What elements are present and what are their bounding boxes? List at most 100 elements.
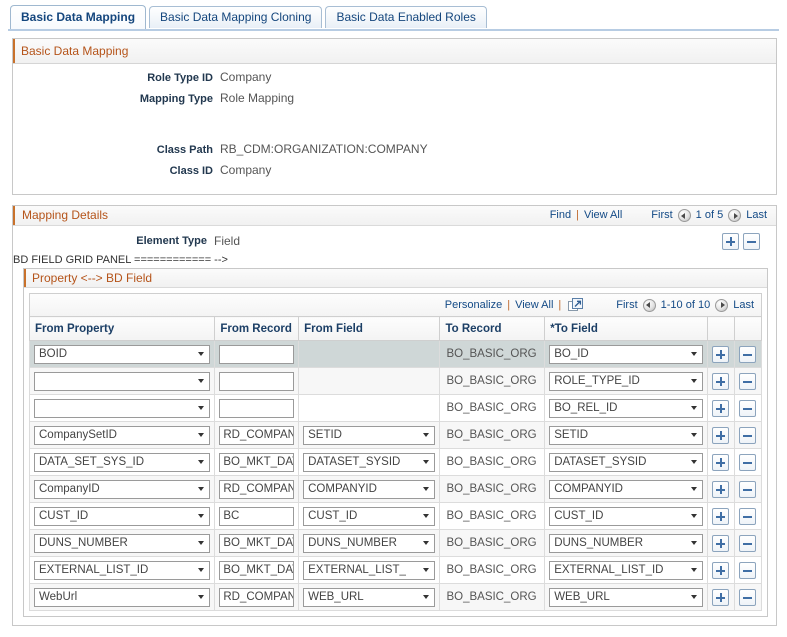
- from-record-input[interactable]: BC: [219, 506, 295, 526]
- from-property-select[interactable]: [34, 398, 211, 418]
- from-field-select[interactable]: CUST_ID: [303, 506, 436, 526]
- delete-row-button[interactable]: [739, 345, 757, 363]
- view-all-link[interactable]: View All: [584, 206, 622, 225]
- tab-basic-data-mapping-cloning[interactable]: Basic Data Mapping Cloning: [149, 6, 323, 28]
- from-record-input[interactable]: BO_MKT_DATA: [219, 452, 295, 472]
- table-row: CompanyID RD_COMPANY COMPANYID BO_BASIC_ORG…: [28, 475, 763, 503]
- delete-row-button[interactable]: [743, 232, 760, 250]
- from-record-input[interactable]: [219, 398, 295, 418]
- grid-first-link[interactable]: First: [616, 299, 637, 311]
- first-link[interactable]: First: [651, 206, 672, 225]
- cell-to-field: ROLE_TYPE_ID: [544, 367, 708, 395]
- delete-row-button[interactable]: [739, 453, 757, 471]
- column-header-from-field[interactable]: From Field: [298, 316, 441, 341]
- add-row-button[interactable]: [712, 372, 730, 390]
- find-link[interactable]: Find: [550, 206, 571, 225]
- role-type-id-label: Role Type ID: [147, 72, 213, 84]
- page-indicator: 1 of 5: [695, 209, 724, 221]
- from-record-input[interactable]: [219, 344, 295, 364]
- from-property-select[interactable]: CompanySetID: [34, 425, 211, 445]
- add-row-button[interactable]: [722, 232, 739, 250]
- add-row-button[interactable]: [712, 507, 730, 525]
- cell-to-record: BO_BASIC_ORG: [439, 394, 546, 422]
- from-property-select[interactable]: DUNS_NUMBER: [34, 533, 211, 553]
- cell-add-row: [706, 340, 735, 368]
- from-record-input[interactable]: BO_MKT_DATA: [219, 560, 295, 580]
- to-field-select[interactable]: SETID: [549, 425, 703, 445]
- tab-basic-data-enabled-roles[interactable]: Basic Data Enabled Roles: [325, 6, 487, 28]
- add-row-button[interactable]: [712, 561, 730, 579]
- personalize-link[interactable]: Personalize: [445, 299, 502, 311]
- column-header-from-property[interactable]: From Property: [28, 316, 216, 341]
- cell-to-field: CUST_ID: [544, 502, 708, 530]
- cell-delete-row: [733, 367, 763, 395]
- add-row-button[interactable]: [712, 534, 730, 552]
- from-record-input[interactable]: [219, 371, 295, 391]
- grid-last-link[interactable]: Last: [733, 299, 754, 311]
- from-property-select[interactable]: CUST_ID: [34, 506, 211, 526]
- prev-arrow-icon[interactable]: [642, 298, 656, 312]
- from-property-select[interactable]: BOID: [34, 344, 211, 364]
- cell-to-record: BO_BASIC_ORG: [439, 529, 546, 557]
- from-field-select[interactable]: DATASET_SYSID: [303, 452, 436, 472]
- to-field-select[interactable]: DUNS_NUMBER: [549, 533, 703, 553]
- next-arrow-icon[interactable]: [715, 298, 729, 312]
- from-field-select[interactable]: DUNS_NUMBER: [303, 533, 436, 553]
- next-arrow-icon[interactable]: [728, 209, 742, 222]
- to-field-select[interactable]: ROLE_TYPE_ID: [549, 371, 703, 391]
- column-header-to-record[interactable]: To Record: [439, 316, 546, 341]
- from-property-select[interactable]: CompanyID: [34, 479, 211, 499]
- to-field-select[interactable]: BO_ID: [549, 344, 703, 364]
- add-row-button[interactable]: [712, 345, 730, 363]
- from-field-select[interactable]: EXTERNAL_LIST_: [303, 560, 436, 580]
- cell-add-row: [706, 475, 735, 503]
- cell-delete-row: [733, 475, 763, 503]
- add-row-button[interactable]: [712, 399, 730, 417]
- link-separator: |: [576, 209, 579, 221]
- cell-from-record: BO_MKT_DATA: [214, 556, 300, 584]
- cell-add-row: [706, 556, 735, 584]
- to-record-value: BO_BASIC_ORG: [446, 402, 537, 414]
- cell-from-field: DUNS_NUMBER: [298, 529, 441, 557]
- add-row-button[interactable]: [712, 480, 730, 498]
- prev-arrow-icon[interactable]: [677, 209, 691, 222]
- from-property-select[interactable]: DATA_SET_SYS_ID: [34, 452, 211, 472]
- to-field-select[interactable]: WEB_URL: [549, 587, 703, 607]
- table-row: WebUrl RD_COMPANY WEB_URL BO_BASIC_ORG WEB_U…: [28, 583, 763, 611]
- from-property-select[interactable]: EXTERNAL_LIST_ID: [34, 560, 211, 580]
- delete-row-button[interactable]: [739, 399, 757, 417]
- to-field-select[interactable]: COMPANYID: [549, 479, 703, 499]
- to-field-select[interactable]: BO_REL_ID: [549, 398, 703, 418]
- popout-window-icon[interactable]: [568, 298, 584, 312]
- add-row-button[interactable]: [712, 588, 730, 606]
- from-record-input[interactable]: BO_MKT_DATA: [219, 533, 295, 553]
- add-row-button[interactable]: [712, 426, 730, 444]
- from-field-select[interactable]: COMPANYID: [303, 479, 436, 499]
- tab-basic-data-mapping[interactable]: Basic Data Mapping: [10, 5, 147, 29]
- from-record-input[interactable]: RD_COMPANY: [219, 479, 295, 499]
- delete-row-button[interactable]: [739, 561, 757, 579]
- from-property-select[interactable]: WebUrl: [34, 587, 211, 607]
- column-header-to-field[interactable]: *To Field: [544, 316, 708, 341]
- add-row-button[interactable]: [712, 453, 730, 471]
- delete-row-button[interactable]: [739, 507, 757, 525]
- from-field-select[interactable]: WEB_URL: [303, 587, 436, 607]
- to-field-select[interactable]: DATASET_SYSID: [549, 452, 703, 472]
- to-field-select[interactable]: EXTERNAL_LIST_ID: [549, 560, 703, 580]
- cell-to-field: WEB_URL: [544, 583, 708, 611]
- cell-to-field: DATASET_SYSID: [544, 448, 708, 476]
- cell-to-record: BO_BASIC_ORG: [439, 340, 546, 368]
- grid-view-all-link[interactable]: View All: [515, 299, 553, 311]
- from-record-input[interactable]: RD_COMPANY: [219, 425, 295, 445]
- delete-row-button[interactable]: [739, 372, 757, 390]
- from-field-select[interactable]: SETID: [303, 425, 436, 445]
- from-record-input[interactable]: RD_COMPANY: [219, 587, 295, 607]
- from-property-select[interactable]: [34, 371, 211, 391]
- delete-row-button[interactable]: [739, 426, 757, 444]
- last-link[interactable]: Last: [746, 206, 767, 225]
- delete-row-button[interactable]: [739, 534, 757, 552]
- delete-row-button[interactable]: [739, 480, 757, 498]
- to-field-select[interactable]: CUST_ID: [549, 506, 703, 526]
- column-header-from-record[interactable]: From Record: [214, 316, 300, 341]
- delete-row-button[interactable]: [739, 588, 757, 606]
